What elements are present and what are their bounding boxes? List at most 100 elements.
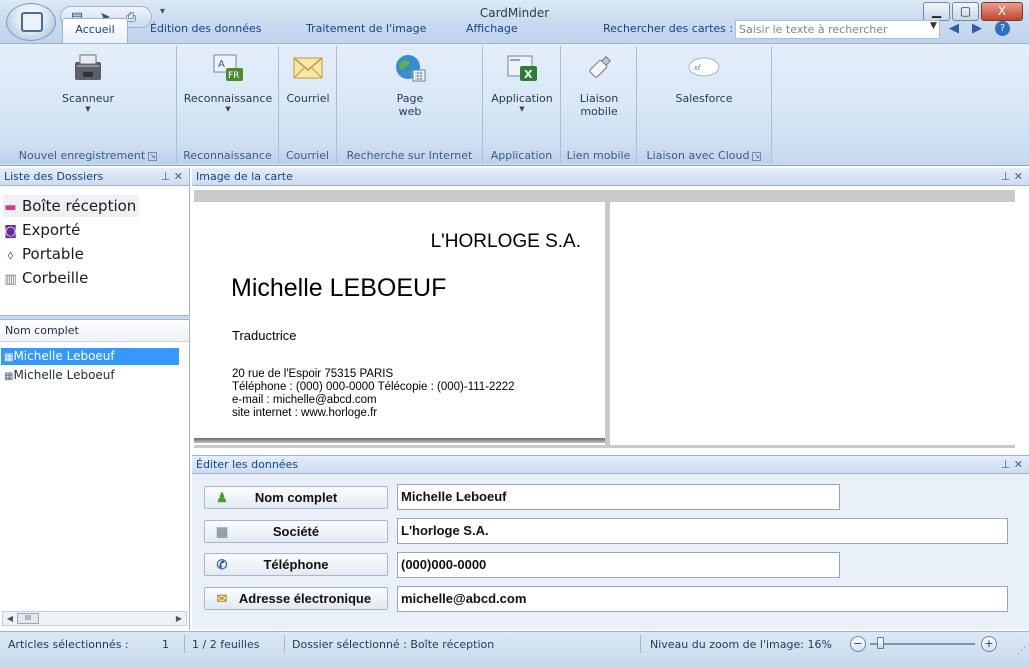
phone-icon: ✆ [216, 557, 228, 572]
liaison-mobile-button[interactable]: Liaison mobile [563, 46, 635, 118]
application-label: Application [491, 92, 553, 105]
phone-field[interactable]: (000)000-0000 [397, 552, 840, 578]
zoom-slider-track[interactable] [870, 643, 975, 645]
zoom-in-icon[interactable]: + [981, 636, 997, 652]
minimize-button[interactable]: ▁ [923, 2, 950, 21]
svg-text:X: X [524, 68, 533, 81]
reconnaissance-button[interactable]: A FR Reconnaissance ▼ [181, 46, 275, 114]
group-reconnaissance: A FR Reconnaissance ▼ Reconnaissance [177, 46, 279, 164]
scanner-button[interactable]: Scanneur ▼ [52, 46, 124, 114]
maximize-button[interactable]: ▢ [952, 2, 979, 21]
status-selected-count: 1 [162, 638, 169, 651]
group-lien-mobile: Liaison mobile Lien mobile [561, 46, 637, 164]
salesforce-label: Salesforce [675, 92, 733, 105]
resize-grip-icon[interactable]: ⋰ [1017, 646, 1026, 656]
group-application: X Application ▼ Application [483, 46, 561, 164]
list-item[interactable]: ▦Michelle Leboeuf [1, 367, 179, 384]
dialog-launcher-icon[interactable]: ↘ [148, 151, 158, 161]
folder-trash[interactable]: ▥ Corbeille [3, 267, 88, 289]
card-phone: Téléphone : (000) 000-0000 Télécopie : (… [232, 381, 515, 393]
group-label-text: Nouvel enregistrement [18, 149, 146, 162]
status-separator [284, 635, 285, 653]
folder-label: Corbeille [22, 269, 89, 287]
close-button[interactable]: X [981, 2, 1023, 21]
envelope-icon: ✉ [216, 591, 228, 606]
usb-icon [582, 52, 616, 84]
scan-edge [194, 438, 605, 443]
company-field[interactable]: L'horloge S.A. [397, 518, 1008, 544]
scroll-right-icon[interactable]: ▶ [172, 612, 186, 625]
courriel-label: Courriel [286, 92, 330, 105]
field-label: Nom complet [254, 490, 338, 505]
edit-data-title: Éditer les données [196, 458, 299, 471]
dialog-launcher-icon[interactable]: ↘ [752, 151, 762, 161]
card-address: 20 rue de l'Espoir 75315 PARIS [232, 368, 394, 380]
svg-text:A: A [218, 59, 225, 70]
folder-portable[interactable]: ⬨ Portable [3, 243, 84, 265]
column-header-fullname[interactable]: Nom complet [0, 320, 189, 342]
search-dropdown-icon[interactable]: ▼ [930, 21, 937, 31]
search-next-icon[interactable]: ▶ [968, 20, 986, 38]
help-icon[interactable]: ? [995, 21, 1010, 36]
group-recherche-internet: Page web Recherche sur Internet [337, 46, 483, 164]
status-folder: Dossier sélectionné : Boîte réception [292, 638, 495, 651]
email-field[interactable]: michelle@abcd.com [397, 586, 1008, 612]
tab-affichage[interactable]: Affichage [462, 18, 522, 40]
pane-controls[interactable]: ⊥ ✕ [1001, 456, 1023, 474]
scroll-thumb[interactable]: III [17, 613, 39, 624]
dropdown-arrow-icon: ▼ [225, 105, 231, 113]
tab-edition[interactable]: Édition des données [146, 18, 265, 40]
fullname-field[interactable]: Michelle Leboeuf [397, 484, 840, 510]
field-company-button[interactable]: ▦ Société [204, 520, 388, 543]
building-icon: ▦ [215, 524, 229, 539]
card-image-title: Image de la carte [196, 170, 293, 183]
salesforce-icon: sf [687, 52, 721, 84]
salesforce-button[interactable]: sf Salesforce [657, 46, 751, 105]
tab-traitement[interactable]: Traitement de l'image [302, 18, 430, 40]
folder-inbox[interactable]: ▬ Boîte réception [3, 195, 140, 217]
scroll-left-icon[interactable]: ◀ [3, 612, 17, 625]
folder-exported[interactable]: ◙ Exporté [3, 219, 80, 241]
field-label: Adresse électronique [238, 591, 372, 606]
liaison-label: Liaison [579, 92, 619, 105]
application-button[interactable]: X Application ▼ [485, 46, 559, 114]
zoom-out-icon[interactable]: − [850, 636, 866, 652]
group-label-cloud: Liaison avec Cloud ↘ [637, 148, 771, 163]
horizontal-scrollbar[interactable]: ◀ III ▶ [2, 611, 187, 626]
folder-label: Exporté [22, 221, 81, 239]
reconnaissance-label: Reconnaissance [183, 92, 273, 105]
search-previous-icon[interactable]: ◀ [945, 20, 963, 38]
card-viewer[interactable]: L'HORLOGE S.A. Michelle LEBOEUF Traductr… [194, 190, 1015, 448]
ocr-fr-icon: A FR [211, 52, 245, 84]
search-label: Rechercher des cartes : [603, 22, 734, 35]
status-zoom: Niveau du zoom de l'image: 16% [650, 638, 832, 651]
field-fullname-button[interactable]: ♟ Nom complet [204, 486, 388, 509]
field-label: Société [272, 524, 320, 539]
status-selected-label: Articles sélectionnés : [8, 638, 129, 651]
courriel-button[interactable]: Courriel [281, 46, 335, 105]
field-phone-button[interactable]: ✆ Téléphone [204, 553, 388, 576]
list-item-label: Michelle Leboeuf [13, 368, 115, 382]
zoom-slider-thumb[interactable] [877, 637, 884, 649]
pane-controls[interactable]: ⊥ ✕ [161, 168, 183, 186]
field-email-button[interactable]: ✉ Adresse électronique [204, 587, 388, 610]
edit-data-pane: Éditer les données ⊥ ✕ ♟ Nom complet Mich… [192, 455, 1029, 630]
dropdown-arrow-icon: ▼ [519, 105, 525, 113]
mobile-label: mobile [580, 105, 618, 118]
svg-text:FR: FR [228, 71, 239, 81]
export-folder-icon: ◙ [4, 224, 17, 239]
page-web-button[interactable]: Page web [373, 46, 447, 118]
list-item[interactable]: ▦Michelle Leboeuf [1, 348, 179, 365]
search-input[interactable]: Saisir le texte à rechercher [735, 20, 940, 39]
group-courriel: Courriel Courriel [279, 46, 337, 164]
excel-icon: X [505, 52, 539, 84]
group-label-mobile: Lien mobile [561, 148, 636, 163]
status-separator [184, 635, 185, 653]
scanner-icon [71, 52, 105, 84]
tab-accueil[interactable]: Accueil [62, 18, 128, 43]
person-icon: ♟ [216, 490, 228, 505]
card-front: L'HORLOGE S.A. Michelle LEBOEUF Traductr… [194, 202, 605, 445]
group-label-nouvel: Nouvel enregistrement ↘ [0, 148, 176, 163]
pane-controls[interactable]: ⊥ ✕ [1001, 168, 1023, 186]
envelope-icon [291, 52, 325, 84]
